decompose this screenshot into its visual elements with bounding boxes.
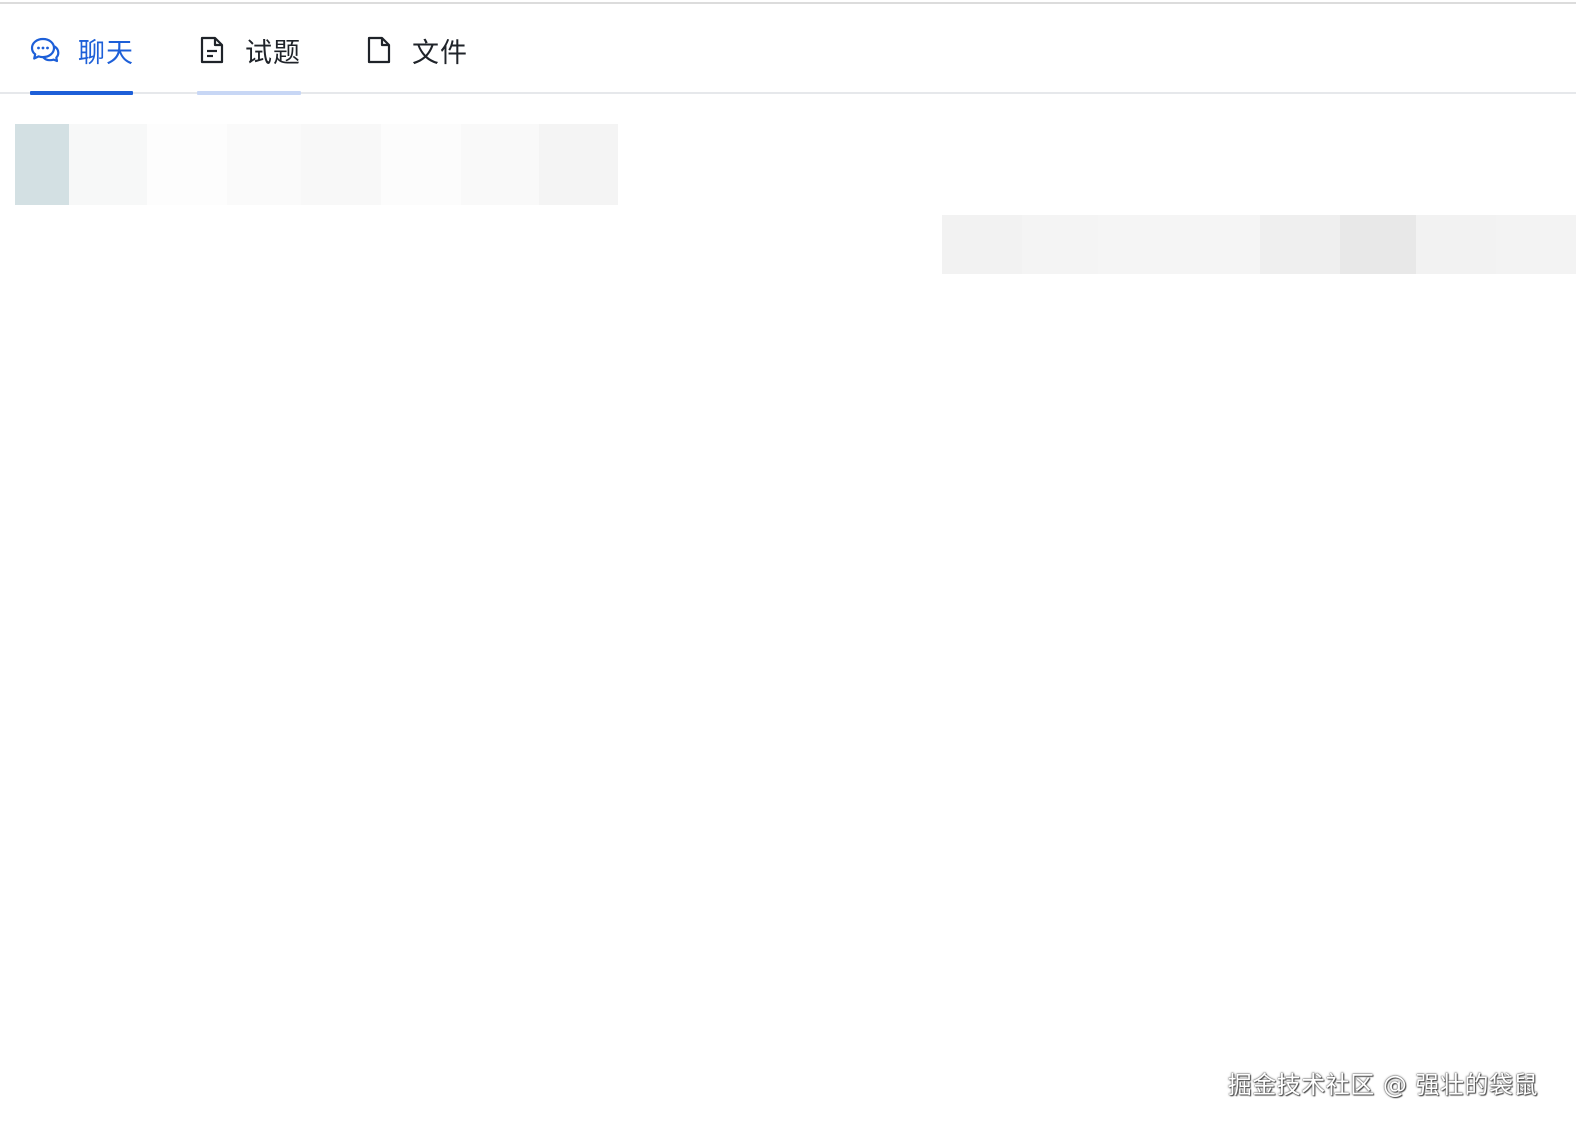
hover-tab-indicator [197, 91, 301, 95]
tab-questions[interactable]: 试题 [197, 26, 301, 74]
clipped-message-text [40, 96, 640, 124]
tab-questions-label: 试题 [245, 37, 301, 69]
chat-bubbles-icon [30, 35, 60, 65]
tab-chat[interactable]: 聊天 [30, 26, 134, 74]
document-lines-icon [197, 35, 227, 65]
incoming-message-redacted [15, 124, 618, 205]
watermark: 掘金技术社区 @ 强壮的袋鼠 [1227, 1071, 1538, 1099]
tab-chat-label: 聊天 [78, 37, 134, 69]
outgoing-message-redacted [942, 215, 1576, 274]
tab-files-label: 文件 [412, 37, 468, 69]
chat-panel: 聊天 试题 文件 掘金技术社区 @ 强壮的袋鼠 [0, 0, 1576, 1134]
tab-bar: 聊天 试题 文件 [0, 4, 1576, 95]
active-tab-indicator [30, 91, 133, 95]
file-icon [364, 35, 394, 65]
tab-files[interactable]: 文件 [364, 26, 468, 74]
